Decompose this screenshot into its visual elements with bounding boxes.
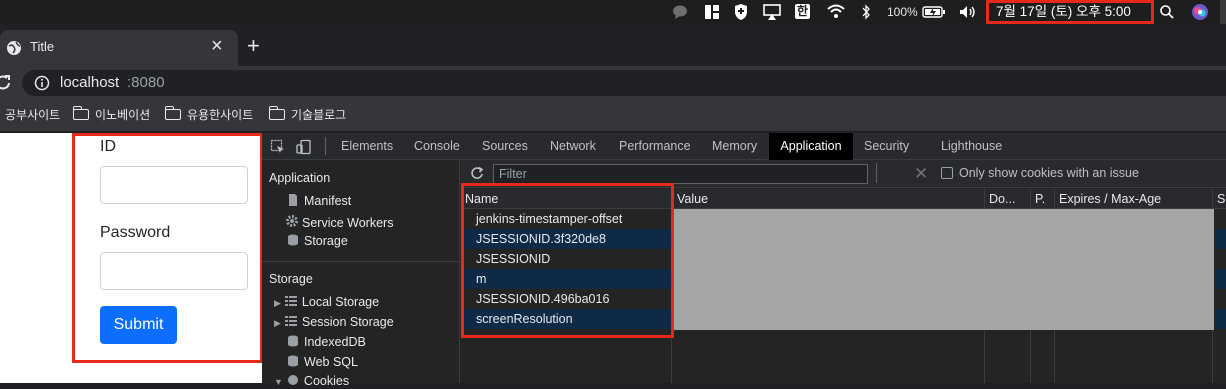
sidebar-divider — [262, 261, 460, 262]
bookmark-label: 공부사이트 — [5, 108, 61, 122]
sidebar-item-label: IndexedDB — [304, 335, 366, 349]
sidebar-item-label: Cookies — [303, 374, 350, 388]
row-stripe — [1215, 229, 1226, 249]
tab-title: Title — [30, 39, 55, 54]
menubar-edge — [1220, 0, 1226, 24]
tab-sources[interactable]: Sources — [482, 133, 528, 160]
column-header-value[interactable]: Value — [672, 189, 984, 209]
sidebar-item-indexeddb[interactable]: IndexedDB — [287, 335, 366, 349]
bookmark-folder-innovation[interactable]: 이노베이션 — [72, 106, 151, 124]
chat-icon[interactable] — [672, 0, 688, 24]
gear-icon — [285, 214, 298, 227]
database-icon — [287, 335, 299, 347]
bluetooth-icon[interactable] — [860, 0, 872, 24]
address-bar[interactable]: localhost :8080 — [22, 70, 1226, 96]
column-header-expires[interactable]: Expires / Max-Age — [1054, 189, 1212, 209]
volume-icon[interactable] — [958, 0, 978, 24]
folder-icon — [72, 106, 89, 120]
bookmark-label: 이노베이션 — [95, 108, 151, 122]
tab-lighthouse[interactable]: Lighthouse — [941, 133, 1002, 160]
sidebar-item-label: Web SQL — [304, 355, 358, 369]
sidebar-item-local-storage[interactable]: ▶ Local Storage — [274, 295, 379, 309]
window-manager-icon[interactable] — [704, 0, 720, 24]
expand-arrow-icon: ▼ — [274, 377, 283, 387]
expand-arrow-icon: ▶ — [274, 298, 281, 308]
grid-icon — [284, 295, 297, 307]
bookmark-folder-useful[interactable]: 유용한사이트 — [164, 106, 254, 124]
site-info-icon[interactable] — [34, 75, 50, 96]
sidebar-item-service-workers[interactable]: Service Workers — [285, 214, 393, 230]
sidebar-item-label: Storage — [304, 234, 348, 248]
spotlight-search-icon[interactable] — [1159, 0, 1175, 24]
battery-percentage: 100% — [887, 5, 918, 19]
bookmark-folder-techblog[interactable]: 기술블로그 — [268, 106, 347, 124]
highlight-box-form — [72, 133, 263, 363]
cookie-icon — [287, 374, 299, 386]
row-stripe — [1215, 269, 1226, 289]
device-toolbar-icon[interactable] — [296, 139, 312, 160]
siri-icon[interactable] — [1191, 0, 1209, 24]
database-icon — [287, 355, 299, 367]
tab-memory[interactable]: Memory — [712, 133, 757, 160]
row-stripe — [1215, 309, 1226, 329]
inspect-element-icon[interactable] — [270, 139, 286, 160]
tab-elements[interactable]: Elements — [341, 133, 393, 160]
highlight-box-clock — [986, 0, 1154, 24]
column-header-path[interactable]: P. — [1030, 189, 1054, 209]
filter-divider — [876, 163, 877, 183]
sidebar-item-web-sql[interactable]: Web SQL — [287, 355, 358, 369]
bookmark-folder-study[interactable]: 공부사이트 — [5, 106, 60, 124]
sidebar-item-storage[interactable]: Storage — [287, 234, 348, 248]
wifi-icon[interactable] — [826, 0, 846, 24]
browser-tab[interactable]: Title × — [0, 30, 238, 66]
tab-application[interactable]: Application — [769, 133, 853, 160]
sidebar-item-session-storage[interactable]: ▶ Session Storage — [274, 315, 394, 329]
tab-security[interactable]: Security — [864, 133, 909, 160]
clear-all-icon[interactable]: ✕ — [914, 164, 928, 184]
expand-arrow-icon: ▶ — [274, 318, 281, 328]
only-issue-checkbox[interactable] — [941, 167, 953, 179]
bookmark-label: 기술블로그 — [291, 108, 347, 122]
new-tab-button[interactable]: + — [247, 33, 260, 59]
tab-performance[interactable]: Performance — [619, 133, 691, 160]
column-header-size[interactable]: Si — [1212, 189, 1226, 209]
sidebar-item-cookies[interactable]: ▼ Cookies — [274, 374, 349, 388]
document-icon — [287, 194, 299, 206]
cookie-values-redacted — [672, 209, 1214, 330]
globe-icon — [6, 40, 22, 61]
folder-icon — [268, 106, 285, 120]
shield-icon[interactable] — [733, 0, 749, 24]
sidebar-item-label: Session Storage — [301, 315, 394, 329]
sidebar-header-application: Application — [269, 171, 331, 185]
sidebar-item-label: Service Workers — [302, 216, 394, 230]
column-header-domain[interactable]: Do... — [984, 189, 1030, 209]
sidebar-item-manifest[interactable]: Manifest — [287, 194, 351, 208]
battery-icon[interactable] — [922, 0, 946, 24]
url-host: localhost — [60, 74, 120, 91]
close-tab-icon[interactable]: × — [211, 35, 223, 58]
bookmark-label: 유용한사이트 — [187, 108, 254, 122]
grid-icon — [284, 315, 297, 327]
tab-network[interactable]: Network — [550, 133, 596, 160]
highlight-box-cookie-names — [461, 183, 674, 338]
toolbar-divider — [325, 137, 326, 155]
sidebar-header-storage: Storage — [269, 272, 313, 286]
airplay-icon[interactable] — [762, 0, 782, 24]
sidebar-item-label: Manifest — [304, 194, 352, 208]
sidebar-item-label: Local Storage — [301, 295, 380, 309]
input-source-indicator[interactable]: 한 — [795, 4, 811, 19]
database-icon — [287, 234, 299, 246]
cookie-filter-input[interactable]: Filter — [493, 164, 868, 184]
folder-icon — [164, 106, 181, 120]
reload-icon[interactable] — [0, 73, 12, 96]
url-port: :8080 — [127, 74, 165, 91]
only-issue-label: Only show cookies with an issue — [959, 166, 1139, 180]
tab-console[interactable]: Console — [414, 133, 460, 160]
